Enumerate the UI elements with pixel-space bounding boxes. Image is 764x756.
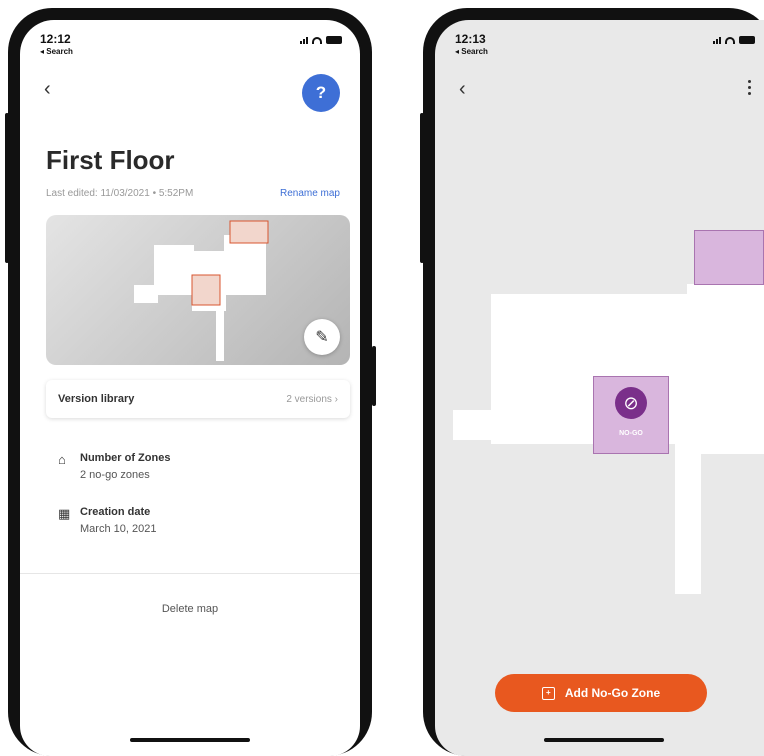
delete-map-button[interactable]: Delete map <box>20 603 360 615</box>
home-indicator <box>544 738 664 742</box>
nogo-zone-top[interactable] <box>694 230 764 285</box>
creation-date-value: March 10, 2021 <box>80 523 157 535</box>
add-nogo-zone-label: Add No-Go Zone <box>564 686 661 700</box>
status-bar: 12:13 ◂ Search <box>455 32 488 56</box>
battery-icon <box>326 36 342 44</box>
battery-icon <box>739 36 755 44</box>
phone-left: 12:12 ◂ Search ‹ ? First Floor Last edit… <box>5 8 376 756</box>
map-editor-screen: 12:13 ◂ Search ‹ ⊘ NO-GO + Add No-Go Zon… <box>435 20 764 756</box>
home-indicator <box>130 738 250 742</box>
map-corridor <box>675 444 701 594</box>
nogo-label: NO-GO <box>619 430 643 437</box>
back-to-search-link[interactable]: ◂ Search <box>455 47 488 56</box>
last-edited-text: Last edited: 11/03/2021 • 5:52PM <box>46 188 194 199</box>
back-to-search-link[interactable]: ◂ Search <box>40 47 73 56</box>
phone-right: 12:13 ◂ Search ‹ ⊘ NO-GO + Add No-Go Zon… <box>420 8 764 756</box>
back-chevron-icon[interactable]: ‹ <box>459 78 466 101</box>
power-button <box>372 346 376 406</box>
wifi-icon <box>312 36 322 44</box>
status-bar: 12:12 ◂ Search <box>40 32 73 56</box>
divider <box>20 573 360 574</box>
version-count: 2 versions › <box>286 393 338 405</box>
back-chevron-icon[interactable]: ‹ <box>44 78 51 101</box>
creation-date-title: Creation date <box>80 506 151 518</box>
add-zone-icon: + <box>541 686 555 700</box>
map-icon: ▦ <box>58 506 71 521</box>
status-time: 12:13 <box>455 32 486 46</box>
nogo-zone[interactable]: ⊘ NO-GO <box>593 376 669 454</box>
map-room <box>687 284 764 454</box>
edit-pencil-icon[interactable]: ✎ <box>304 319 340 355</box>
no-entry-icon: ⊘ <box>615 387 647 419</box>
more-options-icon[interactable] <box>748 80 751 95</box>
signal-icon <box>713 36 721 44</box>
map-preview[interactable]: ✎ <box>46 215 350 365</box>
help-button[interactable]: ? <box>302 74 340 112</box>
wifi-icon <box>725 36 735 44</box>
status-icons <box>713 36 755 44</box>
status-icons <box>300 36 342 44</box>
version-library-row[interactable]: Version library 2 versions › <box>46 380 350 418</box>
status-time: 12:12 <box>40 32 71 46</box>
zones-title: Number of Zones <box>80 452 171 464</box>
zones-value: 2 no-go zones <box>80 469 150 481</box>
rename-map-link[interactable]: Rename map <box>280 188 340 199</box>
map-details-screen: 12:12 ◂ Search ‹ ? First Floor Last edit… <box>20 20 360 756</box>
home-icon: ⌂ <box>58 452 66 467</box>
volume-button <box>5 113 9 263</box>
version-library-label: Version library <box>58 393 135 405</box>
volume-button <box>420 113 424 263</box>
signal-icon <box>300 36 308 44</box>
add-nogo-zone-button[interactable]: + Add No-Go Zone <box>495 674 707 712</box>
page-title: First Floor <box>46 145 175 175</box>
map-room <box>453 410 513 440</box>
